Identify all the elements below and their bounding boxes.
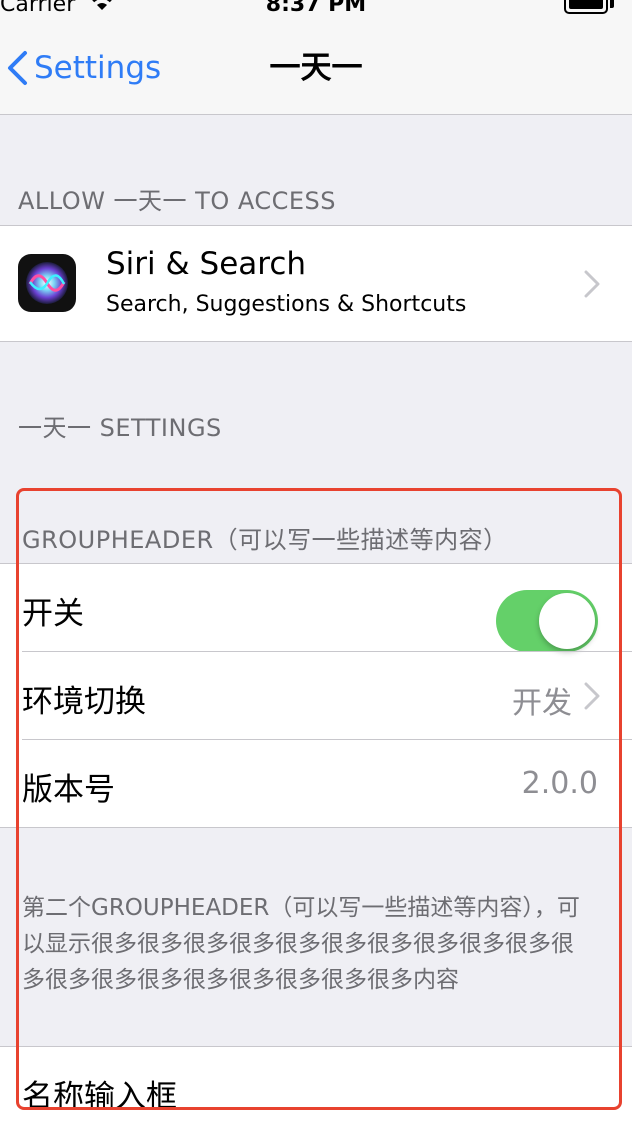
- siri-search-cell[interactable]: Siri & Search Search, Suggestions & Shor…: [0, 225, 632, 342]
- version-label: 版本号: [22, 772, 115, 808]
- siri-search-title: Siri & Search: [106, 246, 307, 282]
- siri-icon: [18, 254, 76, 312]
- environment-value: 开发: [512, 686, 572, 721]
- battery-icon: [564, 0, 608, 14]
- name-input-row[interactable]: 名称输入框: [0, 1046, 632, 1123]
- navigation-bar: Settings 一天一: [0, 20, 632, 115]
- switch-toggle[interactable]: [496, 590, 598, 652]
- switch-label: 开关: [22, 596, 84, 632]
- version-row: 版本号 2.0.0: [0, 740, 632, 827]
- environment-row[interactable]: 环境切换 开发: [0, 652, 632, 740]
- chevron-right-icon: [584, 270, 600, 298]
- siri-search-subtitle: Search, Suggestions & Shortcuts: [106, 292, 467, 317]
- battery-tip: [610, 0, 614, 8]
- allow-access-header: ALLOW 一天一 TO ACCESS: [18, 187, 337, 215]
- switch-knob: [539, 593, 595, 649]
- clock: 8:37 PM: [265, 0, 367, 17]
- name-input-label: 名称输入框: [22, 1079, 177, 1115]
- chevron-right-icon: [584, 682, 600, 710]
- settings-group: 开关 环境切换 开发 版本号 2.0.0: [0, 563, 632, 828]
- status-bar: Carrier 8:37 PM: [0, 0, 632, 20]
- app-settings-header: 一天一 SETTINGS: [18, 414, 222, 442]
- switch-row: 开关: [0, 564, 632, 652]
- group-header: GROUPHEADER（可以写一些描述等内容）: [22, 526, 508, 554]
- version-value: 2.0.0: [521, 766, 598, 801]
- environment-label: 环境切换: [22, 684, 146, 720]
- page-title: 一天一: [269, 50, 363, 86]
- second-group-header: 第二个GROUPHEADER（可以写一些描述等内容），可以显示很多很多很多很多很…: [22, 895, 580, 993]
